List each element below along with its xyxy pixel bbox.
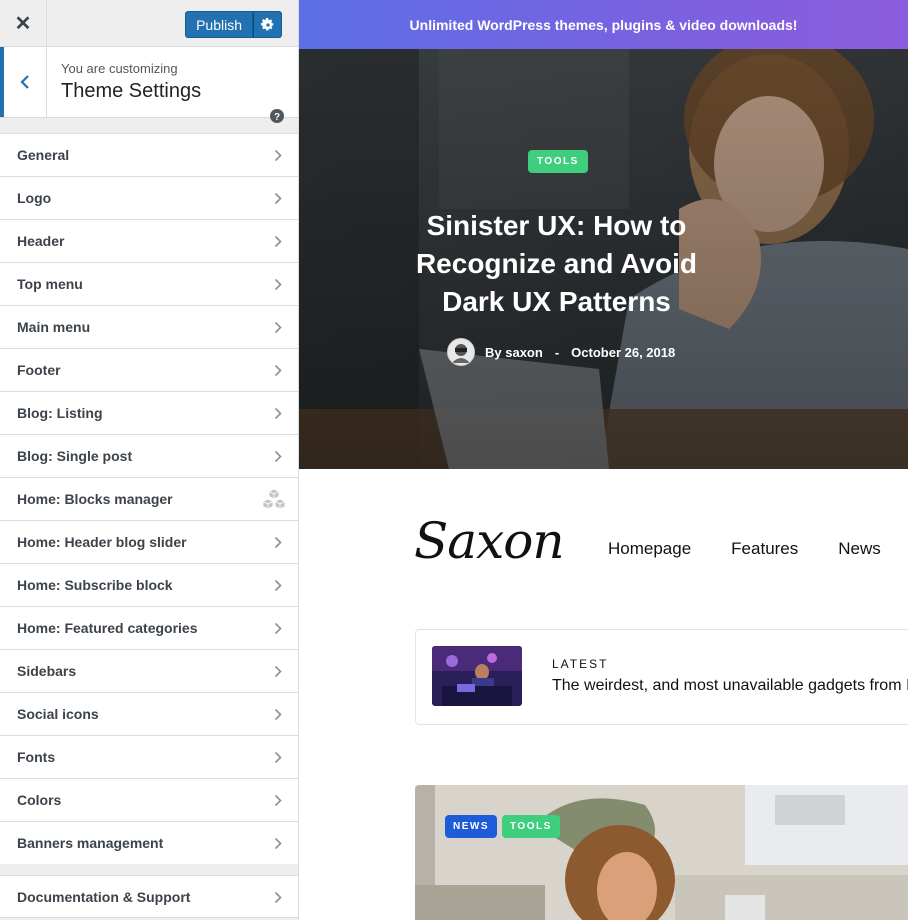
chevron-right-icon	[274, 891, 282, 904]
publish-button[interactable]: Publish	[185, 11, 253, 38]
section-home-featured-categories[interactable]: Home: Featured categories	[0, 606, 298, 649]
chevron-right-icon	[274, 407, 282, 420]
section-label: Documentation & Support	[17, 888, 191, 905]
chevron-right-icon	[274, 579, 282, 592]
close-icon: ✕	[14, 13, 32, 35]
section-label: Sidebars	[17, 663, 77, 679]
section-label: Home: Header blog slider	[17, 534, 187, 550]
nav-item-news[interactable]: News	[838, 539, 881, 559]
blocks-icon	[262, 488, 286, 510]
section-sidebars[interactable]: Sidebars	[0, 649, 298, 692]
nav-item-homepage[interactable]: Homepage	[608, 539, 691, 559]
section-main-menu[interactable]: Main menu	[0, 305, 298, 348]
section-header[interactable]: Header	[0, 219, 298, 262]
site-preview: Unlimited WordPress themes, plugins & vi…	[299, 0, 908, 920]
publish-group: Publish	[185, 11, 282, 38]
svg-text:?: ?	[274, 112, 280, 123]
section-footer[interactable]: Footer	[0, 348, 298, 391]
section-label: Home: Blocks manager	[17, 491, 173, 507]
site-logo[interactable]: Saxon	[414, 512, 565, 570]
chevron-right-icon	[274, 665, 282, 678]
chevron-right-icon	[274, 235, 282, 248]
section-logo[interactable]: Logo	[0, 176, 298, 219]
latest-label: LATEST	[552, 657, 609, 671]
hero-slide[interactable]: TOOLS Sinister UX: How to Recognize and …	[299, 49, 908, 469]
section-label: Home: Featured categories	[17, 620, 198, 636]
latest-post-box[interactable]: LATEST The weirdest, and most unavailabl…	[415, 629, 908, 725]
post-date: October 26, 2018	[571, 344, 676, 360]
chevron-right-icon	[274, 751, 282, 764]
chevron-right-icon	[274, 364, 282, 377]
customizer-sidebar: ✕ Publish You are customizing Theme Sett…	[0, 0, 299, 920]
section-label: Fonts	[17, 749, 56, 765]
main-nav: Homepage Features News	[608, 539, 881, 559]
section-documentation-support[interactable]: Documentation & Support	[0, 875, 298, 918]
section-home-subscribe-block[interactable]: Home: Subscribe block	[0, 563, 298, 606]
promo-banner[interactable]: Unlimited WordPress themes, plugins & vi…	[299, 0, 908, 49]
customizer-header: ✕ Publish	[0, 0, 298, 47]
section-blog-listing[interactable]: Blog: Listing	[0, 391, 298, 434]
section-list: General Logo Header Top menu Main menu Footer…	[0, 133, 298, 864]
nav-item-features[interactable]: Features	[731, 539, 798, 559]
chevron-right-icon	[274, 149, 282, 162]
section-social-icons[interactable]: Social icons	[0, 692, 298, 735]
section-label: Colors	[17, 792, 62, 808]
latest-post-thumbnail	[432, 646, 522, 706]
help-icon[interactable]: ?	[270, 109, 284, 123]
author-name[interactable]: By saxon	[485, 345, 543, 360]
post-card[interactable]: NEWS TOOLS	[415, 785, 908, 920]
post-card-tags: NEWS TOOLS	[445, 815, 560, 838]
author-avatar	[447, 338, 475, 366]
meta-separator: -	[554, 344, 560, 360]
chevron-right-icon	[274, 278, 282, 291]
section-label: Header	[17, 233, 65, 249]
chevron-right-icon	[274, 837, 282, 850]
section-colors[interactable]: Colors	[0, 778, 298, 821]
post-card-photo	[415, 785, 908, 920]
section-banners-management[interactable]: Banners management	[0, 821, 298, 864]
section-label: Banners management	[17, 835, 164, 851]
section-label: Blog: Listing	[17, 405, 103, 421]
section-top-menu[interactable]: Top menu	[0, 262, 298, 305]
section-label: General	[17, 147, 70, 163]
category-tag-tools[interactable]: TOOLS	[502, 815, 560, 838]
section-label: Home: Subscribe block	[17, 577, 173, 593]
hero-title[interactable]: Sinister UX: How to Recognize and Avoid …	[394, 207, 719, 321]
customizing-label: You are customizing	[61, 61, 178, 76]
customizer-info: You are customizing Theme Settings ?	[0, 47, 298, 123]
panel-title: Theme Settings	[61, 80, 202, 102]
hero-category-tag[interactable]: TOOLS	[528, 150, 588, 173]
publish-settings-button[interactable]	[253, 11, 282, 38]
section-fonts[interactable]: Fonts	[0, 735, 298, 778]
chevron-right-icon	[274, 536, 282, 549]
gear-icon	[260, 17, 273, 30]
chevron-right-icon	[274, 450, 282, 463]
chevron-right-icon	[274, 708, 282, 721]
avatar-icon	[452, 344, 470, 363]
section-general[interactable]: General	[0, 133, 298, 176]
chevron-right-icon	[274, 321, 282, 334]
hero-meta: By saxon - October 26, 2018	[447, 338, 675, 366]
latest-post-title[interactable]: The weirdest, and most unavailable gadge…	[552, 677, 908, 695]
category-tag-news[interactable]: NEWS	[445, 815, 497, 838]
chevron-right-icon	[274, 622, 282, 635]
chevron-right-icon	[274, 192, 282, 205]
section-home-header-blog-slider[interactable]: Home: Header blog slider	[0, 520, 298, 563]
section-blog-single-post[interactable]: Blog: Single post	[0, 434, 298, 477]
section-label: Footer	[17, 362, 61, 378]
back-button[interactable]	[0, 47, 47, 117]
section-label: Top menu	[17, 276, 83, 292]
section-label: Social icons	[17, 706, 99, 722]
section-label: Main menu	[17, 319, 91, 335]
close-customizer-button[interactable]: ✕	[0, 0, 47, 47]
chevron-left-icon	[20, 75, 29, 89]
chevron-right-icon	[274, 794, 282, 807]
section-home-blocks-manager[interactable]: Home: Blocks manager	[0, 477, 298, 520]
section-label: Logo	[17, 190, 52, 206]
section-label: Blog: Single post	[17, 448, 133, 464]
